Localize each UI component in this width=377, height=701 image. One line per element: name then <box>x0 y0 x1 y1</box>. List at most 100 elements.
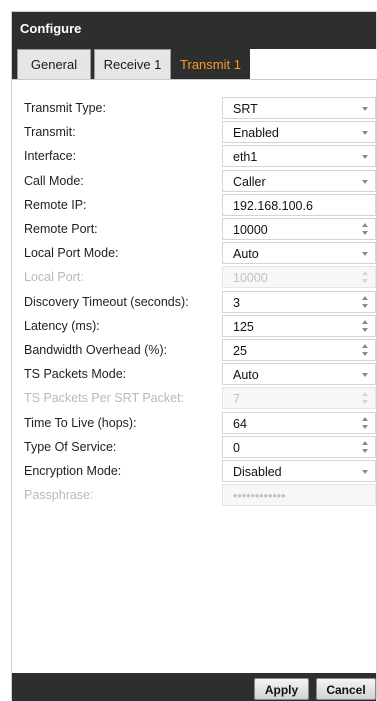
passphrase-password-field: •••••••••••• <box>222 484 376 507</box>
field-row-transmit: Transmit: Enabled <box>12 121 376 144</box>
tab-bar: General Receive 1 Transmit 1 <box>12 45 377 79</box>
encryption-mode-value: Disabled <box>233 465 282 479</box>
decrement-arrow-icon[interactable] <box>362 327 368 332</box>
field-row-time-to-live-hops: Time To Live (hops): 64 <box>12 411 376 435</box>
increment-arrow-icon[interactable] <box>362 295 368 300</box>
local-port-mode-select[interactable]: Auto <box>222 242 376 265</box>
discovery-timeout-seconds-stepper[interactable]: 3 <box>222 290 376 313</box>
increment-arrow-icon[interactable] <box>362 319 368 324</box>
remote-port-stepper[interactable]: 10000 <box>222 218 376 240</box>
chevron-down-icon[interactable] <box>362 470 368 474</box>
decrement-arrow-icon <box>362 400 368 405</box>
remote-port-value: 10000 <box>233 223 268 237</box>
remote-ip-label: Remote IP: <box>24 197 87 212</box>
decrement-arrow-icon[interactable] <box>362 303 368 308</box>
field-row-discovery-timeout-seconds: Discovery Timeout (seconds): 3 <box>12 290 376 314</box>
field-row-remote-ip: Remote IP: 192.168.100.6 <box>12 193 376 217</box>
spinner-arrows-icon[interactable] <box>362 295 369 310</box>
apply-button[interactable]: Apply <box>254 678 309 700</box>
dialog-title: Configure <box>12 12 376 45</box>
settings-panel: Transmit Type: SRT Transmit: Enabled Interfa… <box>12 79 376 674</box>
transmit-select[interactable]: Enabled <box>222 121 376 144</box>
interface-select[interactable]: eth1 <box>222 145 376 168</box>
bandwidth-overhead-label: Bandwidth Overhead (%): <box>24 343 168 357</box>
spinner-arrows-icon <box>362 392 369 406</box>
latency-ms-stepper[interactable]: 125 <box>222 314 376 337</box>
cancel-button[interactable]: Cancel <box>316 678 376 700</box>
increment-arrow-icon[interactable] <box>362 344 368 348</box>
local-port-mode-label: Local Port Mode: <box>24 246 119 261</box>
discovery-timeout-seconds-value: 3 <box>233 295 240 310</box>
transmit-label: Transmit: <box>24 125 76 140</box>
remote-ip-field[interactable]: 192.168.100.6 <box>222 193 376 216</box>
call-mode-select[interactable]: Caller <box>222 169 376 192</box>
decrement-arrow-icon[interactable] <box>362 352 368 356</box>
interface-value: eth1 <box>233 150 258 165</box>
chevron-down-icon[interactable] <box>362 107 368 111</box>
increment-arrow-icon <box>362 392 368 397</box>
field-row-transmit-type: Transmit Type: SRT <box>12 97 376 120</box>
field-row-type-of-service: Type Of Service: 0 <box>12 435 376 459</box>
tab-transmit-1[interactable]: Transmit 1 <box>173 49 248 79</box>
increment-arrow-icon[interactable] <box>362 223 368 227</box>
local-port-mode-value: Auto <box>233 247 259 262</box>
bandwidth-overhead-value: 25 <box>233 344 247 358</box>
passphrase-label: Passphrase: <box>24 488 94 503</box>
tab-general[interactable]: General <box>17 49 91 79</box>
spinner-arrows-icon[interactable] <box>362 416 369 431</box>
field-row-encryption-mode: Encryption Mode: Disabled <box>12 460 376 483</box>
transmit-type-select[interactable]: SRT <box>222 97 376 119</box>
call-mode-value: Caller <box>233 174 266 189</box>
configure-dialog: Configure General Receive 1 Transmit 1 T… <box>11 11 377 701</box>
bandwidth-overhead-stepper[interactable]: 25 <box>222 339 376 361</box>
chevron-down-icon[interactable] <box>362 179 368 184</box>
dialog-footer: Apply Cancel <box>12 673 376 701</box>
spinner-arrows-icon[interactable] <box>362 344 369 358</box>
decrement-arrow-icon[interactable] <box>362 448 368 453</box>
type-of-service-value: 0 <box>233 440 240 455</box>
encryption-mode-label: Encryption Mode: <box>24 464 122 478</box>
ts-packets-mode-select[interactable]: Auto <box>222 363 376 386</box>
discovery-timeout-seconds-label: Discovery Timeout (seconds): <box>24 294 189 309</box>
transmit-type-value: SRT <box>233 102 258 116</box>
chevron-down-icon[interactable] <box>362 373 368 378</box>
call-mode-label: Call Mode: <box>24 173 84 188</box>
local-port-label: Local Port: <box>24 270 84 285</box>
latency-ms-value: 125 <box>233 319 254 334</box>
time-to-live-hops-value: 64 <box>233 416 247 431</box>
remote-ip-value: 192.168.100.6 <box>233 198 313 213</box>
chevron-down-icon[interactable] <box>362 155 368 160</box>
decrement-arrow-icon[interactable] <box>362 231 368 235</box>
chevron-down-icon[interactable] <box>362 252 368 257</box>
transmit-value: Enabled <box>233 126 279 141</box>
ts-packets-mode-label: TS Packets Mode: <box>24 367 127 382</box>
local-port-stepper: 10000 <box>222 266 376 289</box>
type-of-service-stepper[interactable]: 0 <box>222 435 376 458</box>
ts-packets-per-srt-packet-stepper: 7 <box>222 387 376 410</box>
increment-arrow-icon[interactable] <box>362 416 368 421</box>
field-row-call-mode: Call Mode: Caller <box>12 169 376 193</box>
field-row-latency-ms: Latency (ms): 125 <box>12 314 376 338</box>
field-row-ts-packets-per-srt-packet: TS Packets Per SRT Packet: 7 <box>12 387 376 410</box>
spinner-arrows-icon <box>362 271 369 285</box>
type-of-service-label: Type Of Service: <box>24 439 117 454</box>
field-row-passphrase: Passphrase: •••••••••••• <box>12 484 376 507</box>
field-row-remote-port: Remote Port: 10000 <box>12 218 376 241</box>
increment-arrow-icon <box>362 271 368 276</box>
time-to-live-hops-stepper[interactable]: 64 <box>222 411 376 434</box>
field-row-local-port: Local Port: 10000 <box>12 266 376 289</box>
spinner-arrows-icon[interactable] <box>362 223 369 237</box>
time-to-live-hops-label: Time To Live (hops): <box>24 415 137 430</box>
ts-packets-per-srt-packet-value: 7 <box>233 392 240 407</box>
spinner-arrows-icon[interactable] <box>362 440 369 455</box>
local-port-value: 10000 <box>233 271 268 286</box>
encryption-mode-select[interactable]: Disabled <box>222 460 376 482</box>
decrement-arrow-icon[interactable] <box>362 424 368 429</box>
chevron-down-icon[interactable] <box>362 131 368 136</box>
latency-ms-label: Latency (ms): <box>24 318 100 333</box>
ts-packets-per-srt-packet-label: TS Packets Per SRT Packet: <box>24 391 185 406</box>
spinner-arrows-icon[interactable] <box>362 319 369 334</box>
increment-arrow-icon[interactable] <box>362 440 368 445</box>
field-row-ts-packets-mode: TS Packets Mode: Auto <box>12 363 376 386</box>
tab-receive-1[interactable]: Receive 1 <box>94 49 171 79</box>
